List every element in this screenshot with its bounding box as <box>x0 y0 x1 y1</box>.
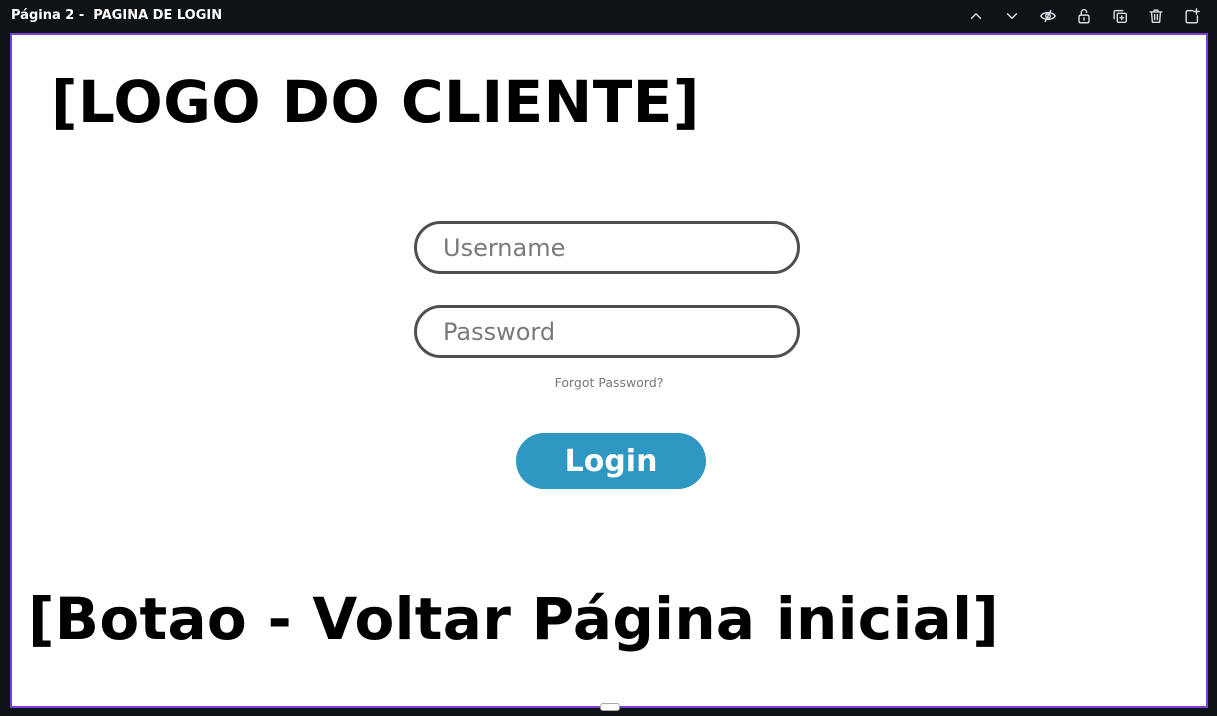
page-canvas[interactable]: [LOGO DO CLIENTE] Forgot Password? Login… <box>10 33 1208 708</box>
duplicate-icon[interactable] <box>1110 6 1130 26</box>
trash-icon[interactable] <box>1146 6 1166 26</box>
eye-hidden-icon[interactable] <box>1038 6 1058 26</box>
forgot-password-link[interactable]: Forgot Password? <box>414 375 804 390</box>
page-title[interactable]: Página 2 - PAGINA DE LOGIN <box>11 8 222 23</box>
canvas-resize-handle[interactable] <box>600 703 620 711</box>
back-home-button-placeholder: [Botao - Voltar Página inicial] <box>28 585 1000 653</box>
password-input[interactable] <box>414 305 800 358</box>
chevron-up-icon[interactable] <box>966 6 986 26</box>
add-page-icon[interactable] <box>1182 6 1202 26</box>
editor-topbar: Página 2 - PAGINA DE LOGIN <box>0 0 1217 33</box>
login-button[interactable]: Login <box>516 433 706 489</box>
chevron-down-icon[interactable] <box>1002 6 1022 26</box>
client-logo-placeholder: [LOGO DO CLIENTE] <box>51 68 700 136</box>
lock-open-icon[interactable] <box>1074 6 1094 26</box>
username-input[interactable] <box>414 221 800 274</box>
